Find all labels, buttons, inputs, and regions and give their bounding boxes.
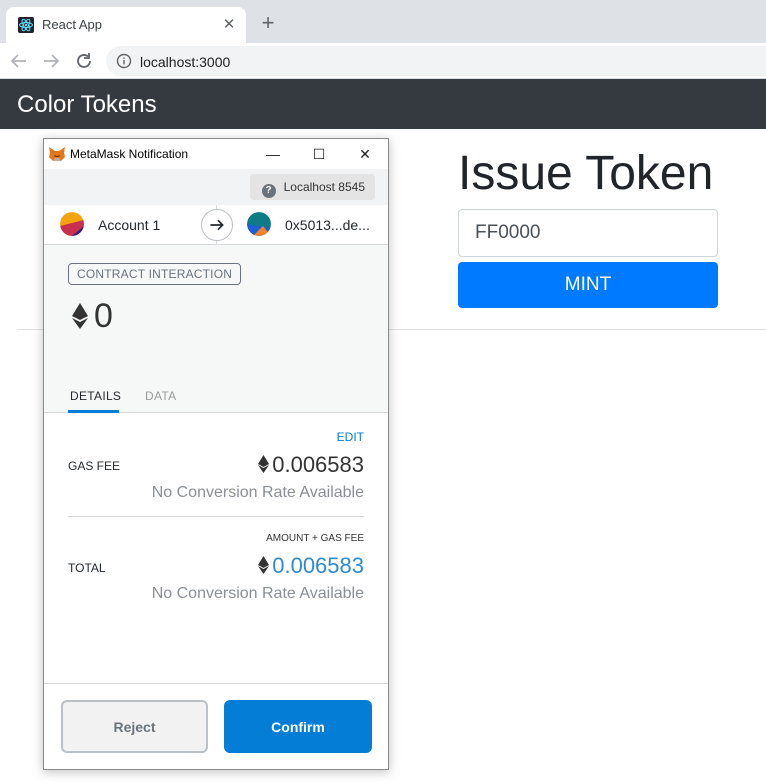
to-account-avatar bbox=[247, 212, 271, 236]
total-value: 0.006583 bbox=[258, 553, 364, 579]
browser-tab[interactable]: React App ✕ bbox=[6, 7, 246, 43]
metamask-window: MetaMask Notification — ☐ ✕ ? Localhost 8… bbox=[43, 138, 389, 770]
details-tabs: DETAILS DATA bbox=[44, 379, 388, 413]
app-navbar: Color Tokens bbox=[0, 79, 766, 129]
to-address[interactable]: 0x5013...de... bbox=[285, 217, 370, 233]
minimize-icon[interactable]: — bbox=[250, 139, 296, 169]
network-header: ? Localhost 8545 bbox=[44, 169, 388, 205]
network-name: Localhost 8545 bbox=[283, 180, 365, 194]
sender-recipient-row: Account 1 0x5013...de... bbox=[44, 205, 388, 245]
amount-value: 0 bbox=[94, 297, 113, 335]
contract-interaction-badge: CONTRACT INTERACTION bbox=[68, 263, 242, 285]
address-bar[interactable]: localhost:3000 bbox=[106, 46, 766, 76]
url-text: localhost:3000 bbox=[140, 54, 231, 70]
reload-icon[interactable] bbox=[73, 50, 95, 72]
browser-tab-strip: React App ✕ + bbox=[0, 0, 766, 43]
mint-button[interactable]: MINT bbox=[458, 262, 718, 308]
react-logo-icon bbox=[18, 17, 34, 33]
metamask-fox-icon bbox=[49, 147, 65, 161]
navbar-brand[interactable]: Color Tokens bbox=[17, 91, 157, 119]
window-titlebar: MetaMask Notification — ☐ ✕ bbox=[44, 139, 388, 169]
ethereum-icon bbox=[258, 556, 270, 574]
tab-close-icon[interactable]: ✕ bbox=[220, 16, 238, 34]
back-arrow-icon[interactable] bbox=[8, 50, 30, 72]
total-label: TOTAL bbox=[68, 561, 106, 575]
issue-token-heading: Issue Token bbox=[458, 147, 714, 200]
question-icon: ? bbox=[261, 184, 276, 198]
amount-gas-fee-label: AMOUNT + GAS FEE bbox=[266, 533, 364, 544]
arrow-right-icon bbox=[201, 209, 233, 241]
close-icon[interactable]: ✕ bbox=[342, 139, 388, 169]
gas-fee-amount: 0.006583 bbox=[272, 452, 364, 477]
gas-fee-label: GAS FEE bbox=[68, 459, 121, 473]
gas-fee-value: 0.006583 bbox=[258, 452, 364, 478]
row-divider bbox=[68, 516, 364, 517]
forward-arrow-icon[interactable] bbox=[40, 50, 62, 72]
info-icon[interactable] bbox=[116, 53, 132, 69]
tab-data[interactable]: DATA bbox=[145, 389, 176, 403]
confirm-button[interactable]: Confirm bbox=[224, 700, 372, 753]
active-tab-underline bbox=[68, 410, 119, 413]
tab-details[interactable]: DETAILS bbox=[70, 389, 121, 403]
from-account-name[interactable]: Account 1 bbox=[98, 217, 160, 233]
ethereum-icon bbox=[258, 455, 270, 473]
gas-fee-conversion: No Conversion Rate Available bbox=[151, 484, 364, 501]
ethereum-icon bbox=[72, 303, 88, 329]
window-title: MetaMask Notification bbox=[70, 147, 189, 161]
browser-toolbar: localhost:3000 bbox=[0, 43, 766, 79]
footer-divider bbox=[44, 683, 388, 684]
reject-button[interactable]: Reject bbox=[61, 700, 208, 753]
total-conversion: No Conversion Rate Available bbox=[151, 585, 364, 602]
total-amount: 0.006583 bbox=[272, 553, 364, 578]
tab-title: React App bbox=[42, 17, 102, 32]
new-tab-icon[interactable]: + bbox=[258, 12, 278, 34]
edit-gas-link[interactable]: EDIT bbox=[337, 430, 364, 444]
maximize-icon[interactable]: ☐ bbox=[296, 139, 342, 169]
network-indicator[interactable]: ? Localhost 8545 bbox=[249, 174, 375, 200]
from-account-avatar bbox=[60, 212, 84, 236]
color-hex-input[interactable] bbox=[458, 209, 718, 257]
